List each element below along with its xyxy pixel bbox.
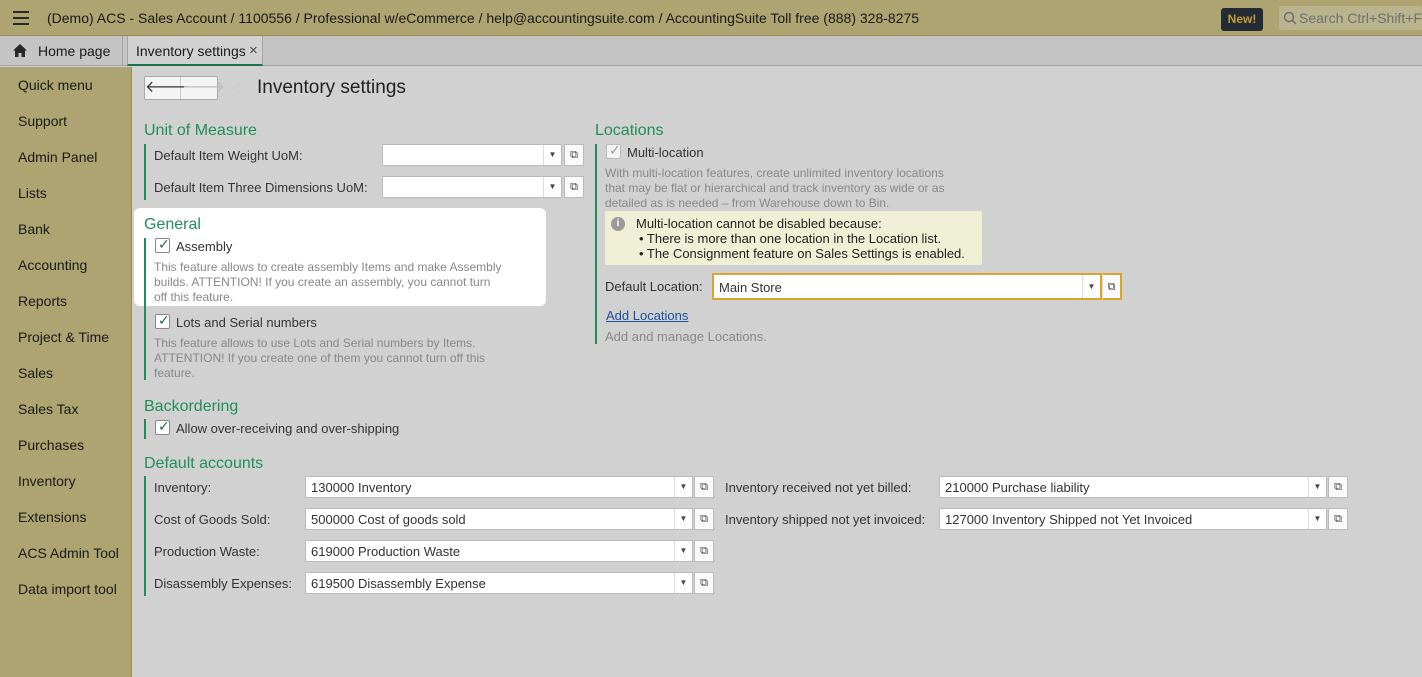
- chevron-down-icon[interactable]: ▼: [543, 145, 561, 165]
- section-bar-default-accounts: [144, 476, 146, 596]
- open-icon[interactable]: ⧉: [694, 572, 714, 594]
- dims-uom-label: Default Item Three Dimensions UoM:: [154, 180, 368, 195]
- disassembly-expenses-label: Disassembly Expenses:: [154, 576, 292, 591]
- assembly-checkbox[interactable]: ✓: [155, 236, 170, 253]
- lots-note-line-1: This feature allows to use Lots and Seri…: [154, 336, 476, 350]
- check-icon: ✓: [158, 418, 170, 434]
- section-bar-locations: [595, 144, 597, 344]
- section-title-default-accounts: Default accounts: [144, 455, 264, 472]
- default-location-label: Default Location:: [605, 279, 703, 294]
- multi-location-note-line-1: With multi-location features, create unl…: [605, 166, 944, 180]
- info-line-1: Multi-location cannot be disabled becaus…: [636, 216, 882, 231]
- content-layer: 🡐 🡒 ☆ Inventory settings Unit of Measure…: [0, 0, 1422, 677]
- section-title-locations: Locations: [595, 122, 664, 139]
- received-not-billed-select[interactable]: 210000 Purchase liability ▼: [939, 476, 1327, 498]
- assembly-label: Assembly: [176, 239, 233, 254]
- chevron-down-icon[interactable]: ▼: [1082, 275, 1100, 298]
- open-icon[interactable]: ⧉: [1328, 508, 1348, 530]
- dims-uom-select[interactable]: ▼: [382, 176, 562, 198]
- check-icon: ✓: [609, 142, 621, 158]
- open-icon[interactable]: ⧉: [694, 508, 714, 530]
- multi-location-note-line-3: detailed as is needed – from Warehouse d…: [605, 196, 890, 210]
- section-bar-backordering: [144, 419, 146, 439]
- default-location-value: Main Store: [719, 280, 782, 295]
- chevron-down-icon[interactable]: ▼: [674, 477, 692, 497]
- section-title-uom: Unit of Measure: [144, 122, 257, 139]
- info-line-3: • The Consignment feature on Sales Setti…: [639, 246, 965, 261]
- open-icon[interactable]: ⧉: [1102, 273, 1122, 300]
- section-bar-general: [144, 238, 146, 380]
- production-waste-value: 619000 Production Waste: [311, 544, 461, 559]
- inventory-account-select[interactable]: 130000 Inventory ▼: [305, 476, 693, 498]
- page-title: Inventory settings: [257, 77, 406, 98]
- weight-uom-label: Default Item Weight UoM:: [154, 148, 303, 163]
- cogs-account-value: 500000 Cost of goods sold: [311, 512, 466, 527]
- lots-note-line-3: feature.: [154, 366, 195, 380]
- received-not-billed-label: Inventory received not yet billed:: [725, 480, 912, 495]
- add-locations-link[interactable]: Add Locations: [606, 308, 688, 323]
- lots-note-line-2: ATTENTION! If you create one of them you…: [154, 351, 486, 365]
- shipped-not-invoiced-label: Inventory shipped not yet invoiced:: [725, 512, 926, 527]
- favorite-star-icon[interactable]: ☆: [229, 77, 247, 102]
- assembly-note-line-3: off this feature.: [154, 290, 234, 304]
- forward-arrow-icon[interactable]: 🡒: [182, 77, 225, 99]
- multi-location-info-box: i Multi-location cannot be disabled beca…: [605, 211, 982, 265]
- lots-serial-label: Lots and Serial numbers: [176, 315, 317, 330]
- add-locations-note: Add and manage Locations.: [605, 329, 767, 344]
- chevron-down-icon[interactable]: ▼: [1308, 477, 1326, 497]
- disassembly-expenses-value: 619500 Disassembly Expense: [311, 576, 486, 591]
- shipped-not-invoiced-select[interactable]: 127000 Inventory Shipped not Yet Invoice…: [939, 508, 1327, 530]
- production-waste-select[interactable]: 619000 Production Waste ▼: [305, 540, 693, 562]
- lots-serial-checkbox[interactable]: ✓: [155, 312, 170, 329]
- cogs-account-select[interactable]: 500000 Cost of goods sold ▼: [305, 508, 693, 530]
- back-arrow-icon[interactable]: 🡐: [145, 77, 188, 99]
- default-location-select[interactable]: Main Store ▼: [712, 273, 1102, 300]
- production-waste-label: Production Waste:: [154, 544, 260, 559]
- chevron-down-icon[interactable]: ▼: [674, 509, 692, 529]
- open-icon[interactable]: ⧉: [694, 476, 714, 498]
- inventory-account-label: Inventory:: [154, 480, 212, 495]
- open-icon[interactable]: ⧉: [694, 540, 714, 562]
- nav-buttons: 🡐 🡒: [144, 76, 225, 100]
- multi-location-checkbox[interactable]: ✓: [606, 142, 621, 159]
- open-icon[interactable]: ⧉: [564, 176, 584, 198]
- received-not-billed-value: 210000 Purchase liability: [945, 480, 1090, 495]
- info-line-2: • There is more than one location in the…: [639, 231, 942, 246]
- disassembly-expenses-select[interactable]: 619500 Disassembly Expense ▼: [305, 572, 693, 594]
- check-icon: ✓: [158, 236, 170, 252]
- weight-uom-select[interactable]: ▼: [382, 144, 562, 166]
- assembly-note-line-1: This feature allows to create assembly I…: [154, 260, 502, 274]
- section-title-backordering: Backordering: [144, 398, 239, 415]
- check-icon: ✓: [158, 312, 170, 328]
- chevron-down-icon[interactable]: ▼: [543, 177, 561, 197]
- inventory-account-value: 130000 Inventory: [311, 480, 412, 495]
- shipped-not-invoiced-value: 127000 Inventory Shipped not Yet Invoice…: [945, 512, 1193, 527]
- info-icon: i: [611, 217, 625, 231]
- chevron-down-icon[interactable]: ▼: [1308, 509, 1326, 529]
- section-title-general: General: [144, 216, 201, 233]
- section-bar-uom: [144, 144, 146, 200]
- over-receiving-checkbox[interactable]: ✓: [155, 418, 170, 435]
- assembly-note-line-2: builds. ATTENTION! If you create an asse…: [154, 275, 491, 289]
- open-icon[interactable]: ⧉: [1328, 476, 1348, 498]
- chevron-down-icon[interactable]: ▼: [674, 541, 692, 561]
- multi-location-note-line-2: that may be flat or hierarchical and tra…: [605, 181, 945, 195]
- chevron-down-icon[interactable]: ▼: [674, 573, 692, 593]
- open-icon[interactable]: ⧉: [564, 144, 584, 166]
- cogs-account-label: Cost of Goods Sold:: [154, 512, 271, 527]
- multi-location-label: Multi-location: [627, 145, 704, 160]
- over-receiving-label: Allow over-receiving and over-shipping: [176, 421, 400, 436]
